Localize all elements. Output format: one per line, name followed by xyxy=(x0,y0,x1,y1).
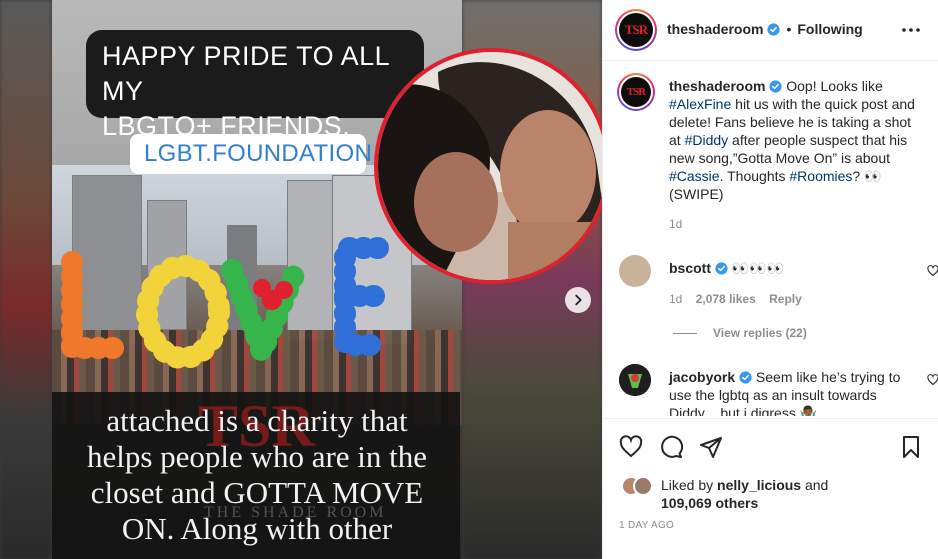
caption-username[interactable]: theshaderoom xyxy=(669,78,765,94)
action-bar: Liked by nelly_licious and 109,069 other… xyxy=(603,418,938,559)
caption-fragment: Oop! Looks like xyxy=(786,78,883,94)
post-sidebar: TSR theshaderoom • Following TSR theshad… xyxy=(602,0,938,559)
comment-text: jacobyork Seem like he’s trying to use t… xyxy=(669,368,905,416)
caption-body: Oop! Looks like #AlexFine hit us with th… xyxy=(669,78,915,202)
verified-badge-icon xyxy=(767,22,781,36)
hashtag-link[interactable]: #Diddy xyxy=(685,132,729,148)
reply-button[interactable]: Reply xyxy=(769,292,802,306)
caption-line: attached is a charity that xyxy=(106,403,408,438)
couple-photo-inset xyxy=(374,48,602,284)
caption-avatar[interactable]: TSR xyxy=(617,73,655,111)
like-heart-icon[interactable] xyxy=(619,435,643,459)
comment-age: 1d xyxy=(669,292,683,306)
liked-by-row: Liked by nelly_licious and 109,069 other… xyxy=(621,476,828,512)
watermark: THE SHADE ROOM xyxy=(204,504,387,521)
separator-dot: • xyxy=(786,21,792,37)
author-username[interactable]: theshaderoom xyxy=(667,21,763,37)
verified-badge-icon xyxy=(769,80,782,93)
comments-area[interactable]: TSR theshaderoom Oop! Looks like #AlexFi… xyxy=(603,61,938,416)
liked-by-text: Liked by nelly_licious and 109,069 other… xyxy=(661,476,828,512)
following-button[interactable]: Following xyxy=(797,21,862,37)
commenter-avatar[interactable] xyxy=(619,364,651,396)
liked-by-prefix: Liked by xyxy=(661,477,718,493)
save-bookmark-icon[interactable] xyxy=(899,435,923,459)
couple-photo xyxy=(378,52,602,280)
replies-line xyxy=(673,332,697,334)
verified-badge-icon xyxy=(715,262,728,275)
author-avatar[interactable]: TSR xyxy=(615,9,657,51)
verified-badge-icon xyxy=(739,371,752,384)
story-caption: attached is a charity that helps people … xyxy=(60,403,454,547)
more-options-icon[interactable] xyxy=(899,18,923,42)
post-media[interactable]: HAPPY PRIDE TO ALL MY LBGTQ+ FRIENDS. LG… xyxy=(0,0,602,559)
link-sticker: LGBT.FOUNDATION xyxy=(130,134,372,174)
story-banner: HAPPY PRIDE TO ALL MY LBGTQ+ FRIENDS. xyxy=(86,30,424,141)
link-sticker-text: LGBT.FOUNDATION xyxy=(144,140,373,167)
view-replies-button[interactable]: View replies (22) xyxy=(673,326,807,340)
banner-line: HAPPY PRIDE TO ALL MY xyxy=(102,41,390,106)
comment-username[interactable]: jacobyork xyxy=(669,369,735,385)
caption-text: theshaderoom Oop! Looks like #AlexFine h… xyxy=(669,77,915,203)
caption-fragment: . Thoughts xyxy=(719,168,790,184)
tsr-logo: TSR xyxy=(619,13,653,47)
post-header: TSR theshaderoom • Following xyxy=(603,0,938,61)
view-replies-label: View replies (22) xyxy=(713,326,807,340)
share-paper-plane-icon[interactable] xyxy=(699,435,723,459)
avatar-image xyxy=(619,364,651,396)
liker-avatar[interactable] xyxy=(633,476,653,496)
chevron-right-icon xyxy=(575,294,582,306)
comment-text: bscott 👀👀👀 xyxy=(669,259,919,277)
caption-age: 1d xyxy=(669,217,683,231)
comment-meta: 1d 2,078 likes Reply xyxy=(669,292,802,306)
hashtag-link[interactable]: #Roomies xyxy=(789,168,852,184)
hashtag-link[interactable]: #AlexFine xyxy=(669,96,731,112)
like-comment-icon[interactable] xyxy=(927,265,938,277)
tsr-logo: TSR xyxy=(621,77,651,107)
comment-username[interactable]: bscott xyxy=(669,260,711,276)
comment-likes[interactable]: 2,078 likes xyxy=(696,292,756,306)
hashtag-link[interactable]: #Cassie xyxy=(669,168,720,184)
like-comment-icon[interactable] xyxy=(927,374,938,386)
post-timestamp[interactable]: 1 DAY AGO xyxy=(619,520,674,531)
next-slide-button[interactable] xyxy=(565,287,591,313)
comment-bubble-icon[interactable] xyxy=(659,435,683,459)
liker-username[interactable]: nelly_licious xyxy=(717,477,801,493)
comment-body: 👀👀👀 xyxy=(731,260,785,276)
caption-line: helps people who are in the xyxy=(86,439,428,474)
commenter-avatar[interactable] xyxy=(619,255,651,287)
likes-count[interactable]: 109,069 others xyxy=(661,495,758,511)
liked-by-and: and xyxy=(801,477,829,493)
